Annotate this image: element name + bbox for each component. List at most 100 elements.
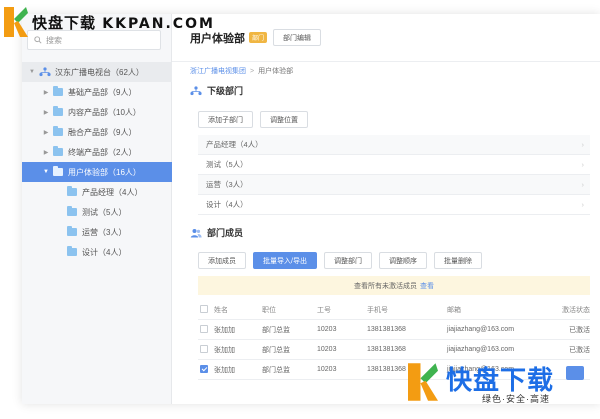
table-row[interactable]: 张加加 部门总监 10203 1381381368 jiajiazhang@16… — [198, 320, 590, 340]
list-item-label: 运营（3人） — [206, 180, 248, 189]
caret-right-icon: ▶ — [43, 149, 49, 156]
org-icon — [39, 67, 51, 77]
folder-icon — [67, 206, 77, 216]
tree-child-pm[interactable]: 产品经理（4人） — [22, 182, 172, 202]
org-tree: ▼ 汉东广播电视台（62人） ▶ 基础产品部（9人） ▶ 内容产品部（10人） … — [22, 62, 172, 262]
tree-item-label: 内容产品部（10人） — [68, 107, 141, 117]
caret-right-icon: ▶ — [43, 129, 49, 136]
list-item[interactable]: 运营（3人） › — [198, 175, 590, 195]
batch-delete-button[interactable]: 批量删除 — [433, 252, 482, 269]
subdept-list: 产品经理（4人） › 测试（5人） › 运营（3人） › 设计（4人） › — [198, 135, 590, 215]
cell-position: 部门总监 — [262, 326, 290, 334]
add-member-button[interactable]: 添加成员 — [198, 252, 246, 269]
tree-item-ux[interactable]: ▼ 用户体验部（16人） — [22, 162, 172, 182]
add-subdept-button[interactable]: 添加子部门 — [198, 111, 253, 128]
tree-root-label: 汉东广播电视台（62人） — [55, 67, 144, 77]
dept-tag-badge: 部门 — [249, 32, 268, 43]
tree-item-content[interactable]: ▶ 内容产品部（10人） — [22, 102, 172, 122]
list-item[interactable]: 测试（5人） › — [198, 155, 590, 175]
column-header: 职位 — [262, 306, 276, 314]
cell-name: 张加加 — [214, 346, 235, 354]
tree-item-label: 用户体验部（16人） — [68, 167, 141, 177]
tree-item-terminal[interactable]: ▶ 终端产品部（2人） — [22, 142, 172, 162]
cell-phone: 1381381368 — [367, 346, 406, 353]
list-item-label: 设计（4人） — [206, 200, 248, 209]
list-item[interactable]: 产品经理（4人） › — [198, 135, 590, 155]
tree-child-label: 设计（4人） — [82, 247, 127, 257]
sidebar: 搜索 ▼ 汉东广播电视台（62人） ▶ 基础产品部（9人） ▶ 内容产品部（10… — [22, 14, 172, 404]
watermark-text: 快盘下载 KKPAN.COM — [32, 13, 215, 32]
folder-icon — [53, 166, 63, 176]
adjust-order-button[interactable]: 调整顺序 — [378, 252, 427, 269]
tree-item-label: 基础产品部（9人） — [68, 87, 137, 97]
folder-icon — [67, 226, 77, 236]
breadcrumb-parent-link[interactable]: 浙江广播电视集团 — [190, 68, 246, 75]
list-item-label: 测试（5人） — [206, 160, 248, 169]
cell-id: 10203 — [317, 346, 337, 353]
caret-down-icon: ▼ — [29, 69, 35, 75]
main-panel: 用户体验部 部门 部门编辑 浙江广播电视集团 > 用户体验部 下级部门 添加子部门 … — [172, 14, 600, 404]
column-header: 邮箱 — [447, 306, 461, 314]
tree-item-fusion[interactable]: ▶ 融合产品部（9人） — [22, 122, 172, 142]
tree-item-label: 融合产品部（9人） — [68, 127, 137, 137]
dept-header: 用户体验部 部门 部门编辑 — [172, 14, 600, 62]
tree-child-label: 运营（3人） — [82, 227, 127, 237]
row-checkbox-checked[interactable] — [200, 364, 208, 373]
table-header-row: 姓名 职位 工号 手机号 邮箱 激活状态 — [198, 300, 590, 320]
subdept-title-text: 下级部门 — [207, 86, 244, 96]
folder-icon — [53, 86, 63, 96]
folder-icon — [67, 246, 77, 256]
tree-item-basic[interactable]: ▶ 基础产品部（9人） — [22, 82, 172, 102]
notice-view-link[interactable]: 查看 — [420, 281, 434, 291]
folder-icon — [53, 106, 63, 116]
chevron-right-icon: › — [581, 180, 585, 189]
batch-import-export-button[interactable]: 批量导入/导出 — [253, 252, 317, 269]
members-title-text: 部门成员 — [207, 228, 244, 238]
cell-id: 10203 — [317, 326, 337, 333]
kkpan-logo-icon — [4, 7, 28, 37]
adjust-dept-button[interactable]: 调整部门 — [323, 252, 372, 269]
cell-position: 部门总监 — [262, 346, 290, 354]
caret-down-icon: ▼ — [43, 169, 49, 175]
chevron-right-icon: › — [581, 160, 585, 169]
column-header: 激活状态 — [562, 306, 590, 314]
tree-child-ops[interactable]: 运营（3人） — [22, 222, 172, 242]
chevron-right-icon: › — [581, 200, 585, 209]
adjust-position-button[interactable]: 调整位置 — [260, 111, 308, 128]
cell-position: 部门总监 — [262, 366, 290, 374]
row-checkbox[interactable] — [200, 344, 208, 353]
row-checkbox[interactable] — [200, 324, 208, 333]
cell-name: 张加加 — [214, 366, 235, 374]
caret-right-icon: ▶ — [43, 109, 49, 116]
folder-icon — [53, 146, 63, 156]
folder-icon — [53, 126, 63, 136]
tree-child-label: 测试（5人） — [82, 207, 127, 217]
select-all-checkbox[interactable] — [200, 304, 208, 313]
column-header: 姓名 — [214, 306, 228, 314]
tree-child-design[interactable]: 设计（4人） — [22, 242, 172, 262]
cell-status: 已激活 — [569, 346, 590, 354]
cell-status: 已激活 — [569, 326, 590, 334]
subdept-section-title: 下级部门 — [190, 84, 243, 97]
column-header: 手机号 — [367, 306, 388, 314]
tree-child-test[interactable]: 测试（5人） — [22, 202, 172, 222]
watermark-slogan: 绿色·安全·高速 — [482, 394, 550, 404]
inactive-notice: 查看所有未激活成员 查看 — [198, 276, 590, 295]
cell-email: jiajiazhang@163.com — [447, 346, 515, 353]
tree-item-label: 终端产品部（2人） — [68, 147, 137, 157]
cell-email: jiajiazhang@163.com — [447, 326, 515, 333]
column-header: 工号 — [317, 306, 331, 314]
breadcrumb-current: 用户体验部 — [258, 68, 294, 75]
tree-root[interactable]: ▼ 汉东广播电视台（62人） — [22, 62, 172, 82]
cell-id: 10203 — [317, 366, 337, 373]
subdept-toolbar: 添加子部门 调整位置 — [198, 111, 308, 128]
dept-edit-button[interactable]: 部门编辑 — [273, 29, 322, 46]
folder-icon — [67, 186, 77, 196]
tree-child-label: 产品经理（4人） — [82, 187, 143, 197]
list-item[interactable]: 设计（4人） › — [198, 195, 590, 215]
members-section-title: 部门成员 — [190, 226, 243, 239]
chevron-right-icon: › — [581, 140, 585, 149]
org-icon — [190, 85, 202, 95]
members-toolbar: 添加成员 批量导入/导出 调整部门 调整顺序 批量删除 — [198, 252, 482, 269]
watermark-top: 快盘下载 KKPAN.COM — [4, 4, 215, 40]
